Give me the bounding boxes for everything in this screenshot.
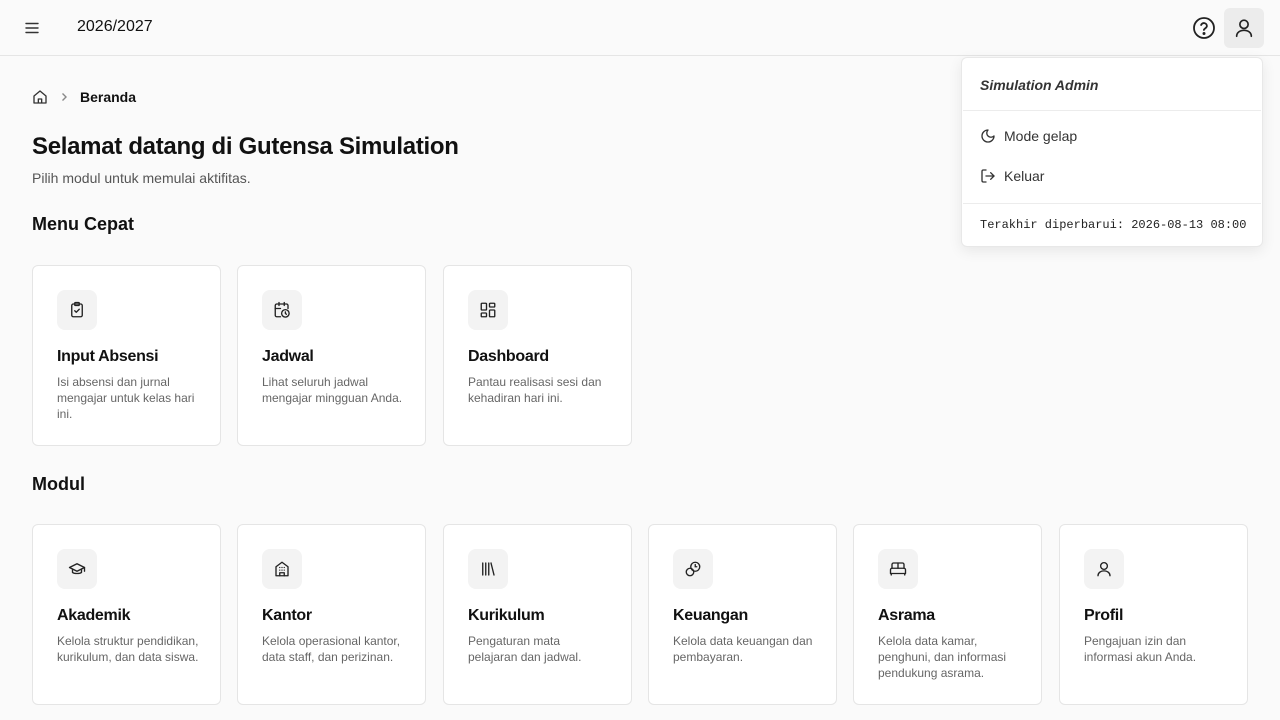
page-subtitle: Pilih modul untuk memulai aktifitas. xyxy=(32,170,251,186)
card-jadwal[interactable]: Jadwal Lihat seluruh jadwal mengajar min… xyxy=(237,265,426,446)
card-description: Pantau realisasi sesi dan kehadiran hari… xyxy=(468,375,602,405)
calendar-clock-icon xyxy=(262,290,302,330)
home-icon[interactable] xyxy=(32,89,48,105)
library-icon xyxy=(468,549,508,589)
card-asrama[interactable]: Asrama Kelola data kamar, penghuni, dan … xyxy=(853,524,1042,705)
office-building-icon xyxy=(262,549,302,589)
academic-year[interactable]: 2026/2027 xyxy=(77,18,153,36)
dark-mode-toggle[interactable]: Mode gelap xyxy=(972,120,1252,152)
top-bar: 2026/2027 xyxy=(0,0,1280,56)
user-menu-button[interactable] xyxy=(1224,8,1264,48)
card-description: Kelola struktur pendidikan, kurikulum, d… xyxy=(57,634,199,664)
user-icon xyxy=(1235,19,1253,38)
card-input-absensi[interactable]: Input Absensi Isi absensi dan jurnal men… xyxy=(32,265,221,446)
clipboard-check-icon xyxy=(57,290,97,330)
user-dropdown-menu: Simulation Admin Mode gelap Keluar Terak… xyxy=(961,57,1263,247)
card-title: Jadwal xyxy=(262,348,314,365)
chevron-right-icon xyxy=(58,91,70,103)
card-description: Isi absensi dan jurnal mengajar untuk ke… xyxy=(57,375,195,421)
bed-icon xyxy=(878,549,918,589)
page-title: Selamat datang di Gutensa Simulation xyxy=(32,133,459,160)
card-title: Asrama xyxy=(878,607,935,624)
card-description: Pengajuan izin dan informasi akun Anda. xyxy=(1084,634,1197,664)
card-kurikulum[interactable]: Kurikulum Pengaturan mata pelajaran dan … xyxy=(443,524,632,705)
card-title: Akademik xyxy=(57,607,131,624)
divider xyxy=(963,203,1261,204)
breadcrumb: Beranda xyxy=(32,89,136,105)
card-title: Keuangan xyxy=(673,607,748,624)
card-title: Profil xyxy=(1084,607,1124,624)
logout-button[interactable]: Keluar xyxy=(972,160,1252,192)
card-akademik[interactable]: Akademik Kelola struktur pendidikan, kur… xyxy=(32,524,221,705)
quick-menu-title: Menu Cepat xyxy=(32,214,135,234)
help-icon xyxy=(1193,17,1215,39)
dashboard-icon xyxy=(468,290,508,330)
card-kantor[interactable]: Kantor Kelola operasional kantor, data s… xyxy=(237,524,426,705)
dark-mode-label: Mode gelap xyxy=(1004,128,1078,144)
card-description: Lihat seluruh jadwal mengajar mingguan A… xyxy=(262,375,403,405)
user-name: Simulation Admin xyxy=(980,77,1099,93)
card-description: Kelola operasional kantor, data staff, d… xyxy=(262,634,401,664)
modules-title: Modul xyxy=(32,474,85,494)
card-profil[interactable]: Profil Pengajuan izin dan informasi akun… xyxy=(1059,524,1248,705)
breadcrumb-current: Beranda xyxy=(80,89,137,105)
card-title: Input Absensi xyxy=(57,348,159,365)
graduation-cap-icon xyxy=(57,549,97,589)
card-description: Kelola data kamar, penghuni, dan informa… xyxy=(878,634,1007,680)
card-description: Kelola data keuangan dan pembayaran. xyxy=(673,634,813,664)
card-title: Kantor xyxy=(262,607,312,624)
divider xyxy=(963,110,1261,111)
card-keuangan[interactable]: Keuangan Kelola data keuangan dan pembay… xyxy=(648,524,837,705)
coins-icon xyxy=(673,549,713,589)
logout-label: Keluar xyxy=(1004,168,1045,184)
moon-icon xyxy=(980,128,996,144)
card-description: Pengaturan mata pelajaran dan jadwal. xyxy=(468,634,582,664)
card-dashboard[interactable]: Dashboard Pantau realisasi sesi dan keha… xyxy=(443,265,632,446)
user-icon xyxy=(1084,549,1124,589)
hamburger-icon xyxy=(25,22,39,34)
logout-icon xyxy=(980,168,996,184)
last-updated-text: Terakhir diperbarui: 2026-08-13 08:00 xyxy=(980,218,1247,232)
help-button[interactable] xyxy=(1190,14,1218,42)
card-title: Dashboard xyxy=(468,348,549,365)
card-title: Kurikulum xyxy=(468,607,545,624)
menu-toggle-button[interactable] xyxy=(20,16,44,40)
